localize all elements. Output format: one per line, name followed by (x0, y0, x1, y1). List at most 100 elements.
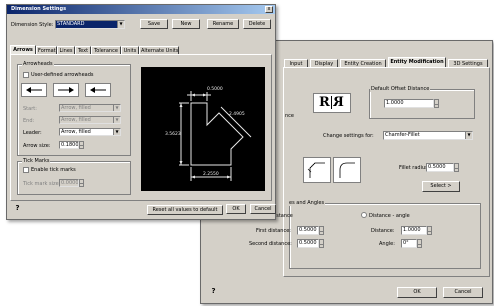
tab-alternate-units[interactable]: Alternate Units (139, 46, 179, 54)
dimension-ok-button[interactable]: OK (226, 204, 246, 214)
save-button[interactable]: Save (140, 19, 168, 29)
settings-for-value: Chamfer-Fillet (385, 132, 420, 138)
tab-units[interactable]: Units (121, 46, 139, 54)
distance-angle-radio[interactable] (361, 212, 367, 218)
letter-r-icon: R (319, 95, 330, 110)
chevron-down-icon[interactable]: ▼ (113, 105, 120, 111)
leader-value: Arrow, filled (61, 129, 91, 135)
help-icon[interactable]: ? (13, 204, 22, 213)
tab-format[interactable]: Format (36, 46, 57, 54)
dimension-cancel-button[interactable]: Cancel (250, 204, 276, 214)
fillet-radius-spinner[interactable] (454, 163, 459, 172)
close-icon[interactable]: x (265, 6, 273, 13)
rename-button[interactable]: Rename (207, 19, 239, 29)
chamfer-shape-icon (307, 162, 325, 178)
arrow-size-label: Arrow size: (23, 143, 51, 149)
arrow-size-field[interactable]: 0.1800 (59, 141, 79, 149)
tab-display[interactable]: Display (310, 59, 338, 67)
new-button[interactable]: New (172, 19, 200, 29)
leader-label: Leader: (23, 130, 42, 136)
first-distance-label: First distance: (256, 228, 291, 234)
distance-label: Distance: (371, 228, 395, 234)
start-value: Arrow, filled (61, 105, 91, 111)
end-dropdown[interactable]: Arrow, filled ▼ (59, 116, 121, 124)
tick-mark-size-label: Tick mark size: (23, 181, 61, 187)
tick-mark-size-field[interactable]: 0.0000 (59, 179, 79, 187)
dimension-settings-dialog: Dimension Settings x Dimension Style: ST… (6, 4, 276, 220)
fillet-shape-icon (339, 162, 355, 178)
style-label: Dimension Style: (11, 22, 54, 28)
arrow-left-icon (26, 87, 42, 93)
reflection-preview: R R (313, 93, 351, 113)
arrow-left-icon (90, 87, 106, 93)
dialog-title: Dimension Settings (7, 5, 275, 14)
end-arrow-preview (53, 83, 79, 97)
chevron-down-icon[interactable]: ▼ (117, 21, 124, 28)
leader-dropdown[interactable]: Arrow, filled ▼ (59, 128, 121, 136)
dimension-preview: 0.5000 2.4905 3.5623 2.2550 (141, 67, 265, 191)
angle-field[interactable]: 0° (401, 239, 417, 248)
tab-arrows[interactable]: Arrows (10, 45, 36, 54)
start-arrow-preview (21, 83, 47, 97)
second-distance-spinner[interactable] (319, 239, 324, 248)
dialog-title-text: Dimension Settings (11, 6, 67, 12)
partial-label: nce (285, 113, 294, 119)
settings-for-dropdown[interactable]: Chamfer-Fillet ▼ (383, 131, 473, 140)
delete-button[interactable]: Delete (243, 19, 271, 29)
fillet-radius-field[interactable]: 0.5000 (426, 163, 454, 172)
ok-button[interactable]: OK (397, 287, 437, 298)
settings-for-label: Change settings for: (323, 133, 374, 139)
tab-entity-creation[interactable]: Entity Creation (340, 59, 386, 67)
end-value: Arrow, filled (61, 117, 91, 123)
end-label: End: (23, 118, 35, 124)
tab-entity-modification[interactable]: Entity Modification (388, 57, 446, 67)
fillet-radius-label: Fillet radius: (399, 165, 430, 171)
distances-angles-title: es and Angles (288, 200, 326, 206)
tick-marks-group-title: Tick Marks (22, 158, 51, 164)
user-defined-arrowheads-checkbox[interactable] (23, 72, 29, 78)
angle-spinner[interactable] (417, 239, 422, 248)
chevron-down-icon[interactable]: ▼ (113, 117, 120, 123)
user-defined-arrowheads-label: User-defined arrowheads (31, 72, 94, 78)
style-dropdown[interactable]: STANDARD ▼ (55, 20, 125, 29)
enable-tick-marks-label: Enable tick marks (31, 167, 76, 173)
offset-distance-spinner[interactable] (434, 99, 439, 108)
style-value: STANDARD (57, 21, 85, 27)
distance-field[interactable]: 1.0000 (401, 226, 427, 235)
tab-lines[interactable]: Lines (57, 46, 75, 54)
arrow-right-icon (58, 87, 74, 93)
dim-bottom-label: 2.2550 (203, 171, 219, 177)
distance-angle-label: Distance - angle (369, 213, 410, 219)
first-distance-spinner[interactable] (319, 226, 324, 235)
select-button[interactable]: Select > (422, 181, 460, 192)
arrowheads-group-title: Arrowheads (22, 61, 54, 67)
dim-left-label: 3.5623 (165, 131, 181, 137)
angle-label: Angle: (379, 241, 395, 247)
offset-group-title: Default Offset Distance (370, 86, 431, 92)
dim-top-label: 0.5000 (207, 86, 223, 92)
tick-mark-size-spinner[interactable] (79, 179, 84, 187)
first-distance-field[interactable]: 0.5000 (297, 226, 319, 235)
cancel-button[interactable]: Cancel (443, 287, 483, 298)
reset-defaults-button[interactable]: Reset all values to default (147, 205, 223, 215)
offset-distance-field[interactable]: 1.0000 (384, 99, 434, 108)
start-label: Start: (23, 106, 37, 112)
tab-3d-settings[interactable]: 3D Settings (448, 59, 488, 67)
tab-input[interactable]: Input (284, 59, 308, 67)
dimension-preview-drawing: 0.5000 2.4905 3.5623 2.2550 (165, 85, 252, 181)
enable-tick-marks-checkbox[interactable] (23, 167, 29, 173)
second-distance-field[interactable]: 0.5000 (297, 239, 319, 248)
tab-tolerance[interactable]: Tolerance (91, 46, 121, 54)
arrow-size-spinner[interactable] (79, 141, 84, 149)
help-icon[interactable]: ? (209, 287, 218, 296)
distance-spinner[interactable] (427, 226, 432, 235)
chevron-down-icon[interactable]: ▼ (465, 132, 472, 139)
tab-text[interactable]: Text (75, 46, 91, 54)
fillet-preview (333, 157, 361, 183)
chevron-down-icon[interactable]: ▼ (113, 129, 120, 135)
dim-right-label: 2.4905 (229, 111, 245, 117)
second-distance-label: Second distance: (249, 241, 292, 247)
chamfer-preview (303, 157, 331, 183)
start-dropdown[interactable]: Arrow, filled ▼ (59, 104, 121, 112)
leader-arrow-preview (85, 83, 111, 97)
